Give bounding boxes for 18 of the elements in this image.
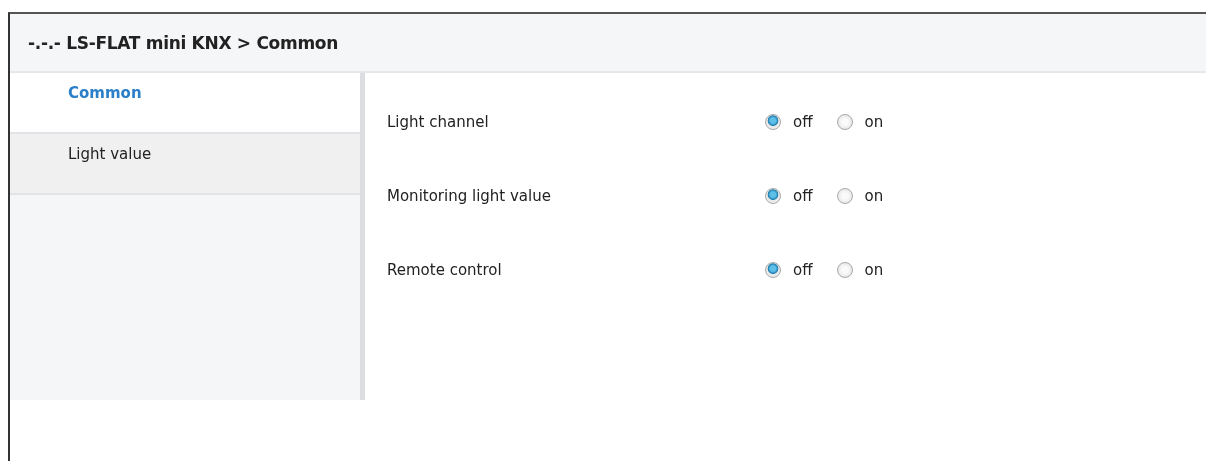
parameter-label: Monitoring light value — [387, 187, 552, 205]
option-label[interactable]: off — [793, 261, 813, 279]
option-label[interactable]: on — [864, 113, 884, 131]
parameter-label: Remote control — [387, 261, 503, 279]
window-title: -.-.- LS-FLAT mini KNX > Common — [28, 32, 338, 53]
option-label[interactable]: off — [793, 187, 813, 205]
sidebar-item[interactable]: Light value — [10, 134, 360, 195]
option-label[interactable]: on — [864, 187, 884, 205]
radio-button[interactable] — [836, 262, 853, 278]
radio-button[interactable] — [836, 188, 853, 204]
radio-button[interactable] — [765, 188, 781, 204]
radio-button[interactable] — [836, 114, 853, 130]
option-label[interactable]: off — [793, 113, 813, 131]
radio-button[interactable] — [765, 262, 781, 278]
radio-button[interactable] — [765, 114, 781, 130]
parameter-label: Light channel — [387, 113, 490, 131]
sidebar-item[interactable]: Common — [10, 73, 360, 134]
option-label[interactable]: on — [864, 261, 884, 279]
